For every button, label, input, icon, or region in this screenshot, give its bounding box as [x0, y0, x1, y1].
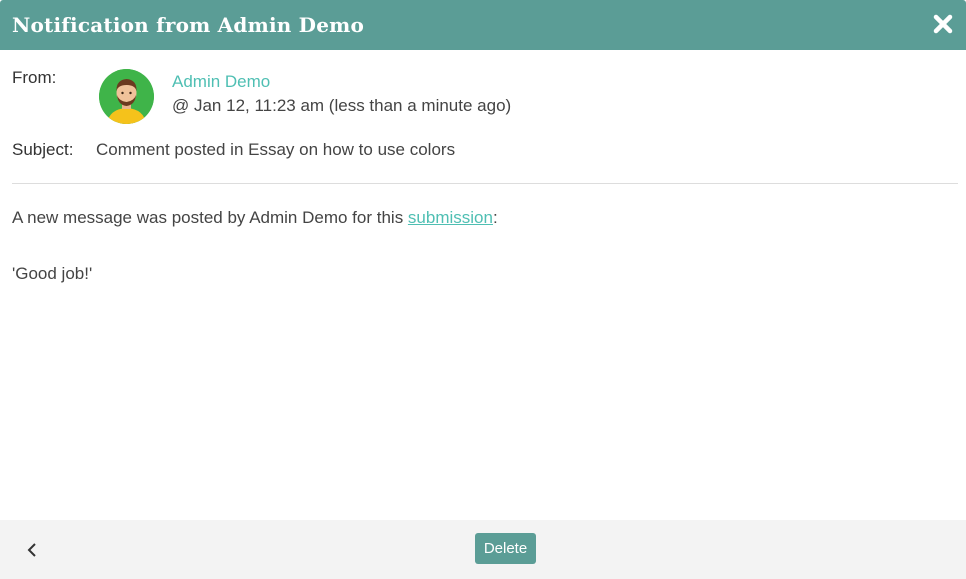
subject-label: Subject: — [12, 140, 74, 159]
message-quote: 'Good job!' — [12, 264, 93, 283]
user-avatar-icon — [99, 69, 154, 124]
sender-name-link[interactable]: Admin Demo — [172, 72, 270, 92]
chevron-left-icon[interactable] — [22, 540, 42, 560]
message-intro-text: A new message was posted by Admin Demo f… — [12, 208, 408, 227]
sent-timestamp: @ Jan 12, 11:23 am (less than a minute a… — [172, 96, 512, 115]
delete-button[interactable]: Delete — [475, 533, 536, 564]
subject-text: Comment posted in Essay on how to use co… — [96, 140, 456, 159]
from-label: From: — [12, 68, 57, 87]
dialog-footer: Delete — [0, 520, 966, 579]
close-icon[interactable] — [932, 13, 954, 35]
divider — [12, 183, 958, 184]
dialog-title: Notification from Admin Demo — [12, 13, 365, 37]
message-intro-end: : — [492, 208, 498, 227]
notification-dialog: Notification from Admin Demo From: Admin… — [0, 0, 966, 579]
submission-link[interactable]: submission — [408, 208, 493, 227]
message-intro: A new message was posted by Admin Demo f… — [12, 208, 498, 228]
dialog-header: Notification from Admin Demo — [0, 0, 966, 50]
